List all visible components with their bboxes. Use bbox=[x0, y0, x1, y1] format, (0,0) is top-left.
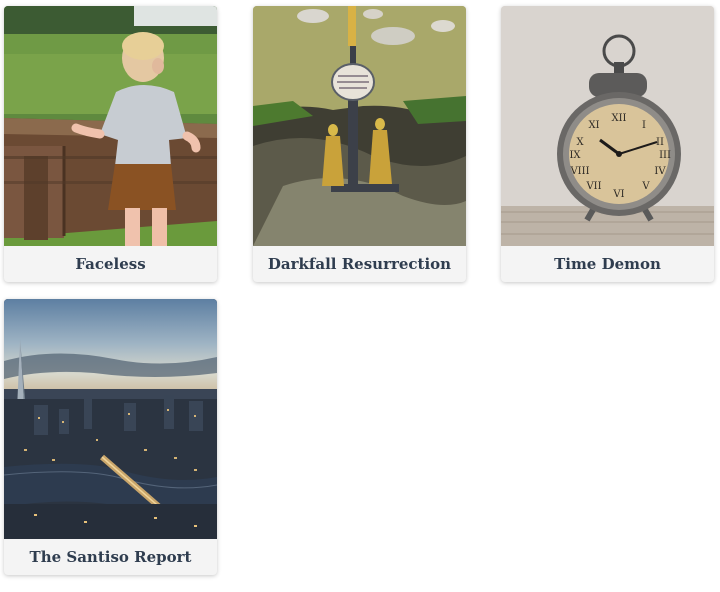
book-title[interactable]: Time Demon bbox=[501, 246, 714, 282]
cover-image-darkfall-resurrection bbox=[253, 6, 466, 246]
svg-text:VIII: VIII bbox=[569, 166, 589, 177]
book-card-time-demon[interactable]: XII I II III IV V VI VII VIII IX X XI Ti… bbox=[501, 6, 714, 282]
svg-text:XII: XII bbox=[611, 113, 626, 124]
svg-text:I: I bbox=[642, 120, 646, 131]
book-card-darkfall-resurrection[interactable]: Darkfall Resurrection bbox=[253, 6, 466, 282]
svg-text:VII: VII bbox=[585, 181, 601, 192]
book-card-faceless[interactable]: Faceless bbox=[4, 6, 217, 282]
book-title[interactable]: The Santiso Report bbox=[4, 539, 217, 575]
svg-text:VI: VI bbox=[612, 189, 624, 200]
cover-image-time-demon: XII I II III IV V VI VII VIII IX X XI bbox=[501, 6, 714, 246]
svg-text:V: V bbox=[641, 181, 650, 192]
cover-image-faceless bbox=[4, 6, 217, 246]
book-title[interactable]: Darkfall Resurrection bbox=[253, 246, 466, 282]
svg-text:IV: IV bbox=[654, 166, 666, 177]
cover-image-the-santiso-report bbox=[4, 299, 217, 539]
svg-text:XI: XI bbox=[588, 120, 599, 131]
svg-text:X: X bbox=[576, 137, 584, 148]
book-card-the-santiso-report[interactable]: The Santiso Report bbox=[4, 299, 217, 575]
svg-text:III: III bbox=[659, 150, 671, 161]
svg-text:IX: IX bbox=[569, 150, 581, 161]
book-title[interactable]: Faceless bbox=[4, 246, 217, 282]
svg-text:II: II bbox=[656, 137, 664, 148]
